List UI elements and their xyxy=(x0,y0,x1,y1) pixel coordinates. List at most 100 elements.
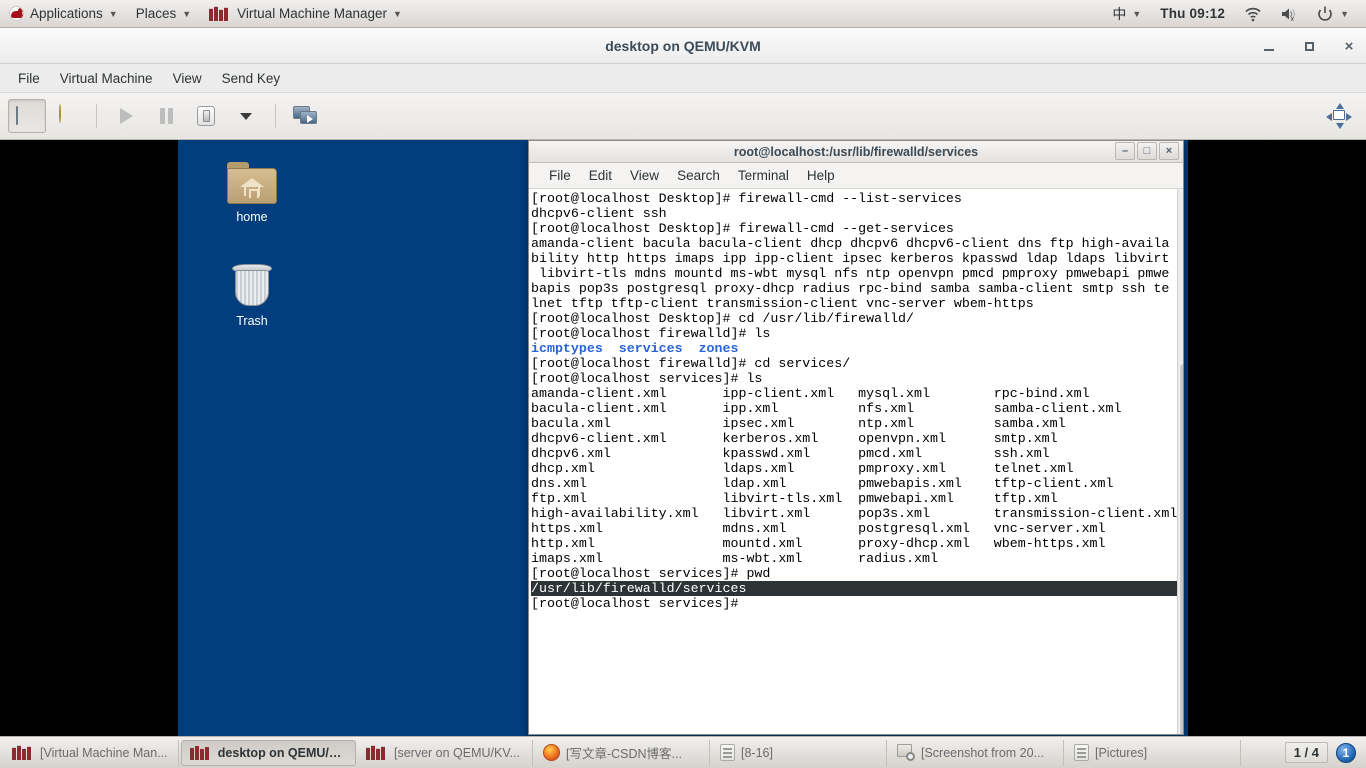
desktop-icon-home[interactable]: home xyxy=(212,162,292,224)
vmm-logo-icon xyxy=(190,744,212,761)
firefox-icon xyxy=(543,744,560,761)
places-menu[interactable]: Places ▼ xyxy=(127,0,200,27)
clock[interactable]: Thu 09:12 xyxy=(1150,6,1235,21)
volume-status[interactable]: x xyxy=(1271,0,1307,27)
taskbar-button-label: [Virtual Machine Man... xyxy=(40,745,168,760)
terminal-line: bility http https imaps ipp ipp-client i… xyxy=(531,251,1170,266)
wifi-status[interactable] xyxy=(1235,0,1271,27)
input-method-indicator[interactable]: 中 ▼ xyxy=(1103,0,1150,27)
archive-icon xyxy=(720,744,735,761)
vmm-logo-icon xyxy=(209,5,231,22)
vmm-window: desktop on QEMU/KVM × File Virtual Machi… xyxy=(0,28,1366,736)
vmm-logo-icon xyxy=(12,744,34,761)
chevron-down-icon: ▼ xyxy=(108,8,118,19)
terminal-maximize-button[interactable]: □ xyxy=(1137,142,1157,160)
lightbulb-icon xyxy=(59,104,75,127)
ime-chinese-icon: 中 xyxy=(1112,6,1127,23)
volume-muted-icon: x xyxy=(1282,8,1295,23)
terminal-menu-file[interactable]: File xyxy=(541,165,579,186)
terminal-titlebar: root@localhost:/usr/lib/firewalld/servic… xyxy=(529,141,1183,163)
taskbar-window-list: [Virtual Machine Man... desktop on QEMU/K… xyxy=(4,739,1241,766)
desktop-icon-trash[interactable]: Trash xyxy=(212,262,292,328)
taskbar-button-label: desktop on QEMU/K... xyxy=(217,745,347,760)
terminal-line: [root@localhost Desktop]# firewall-cmd -… xyxy=(531,191,962,206)
toolbar-separator xyxy=(275,104,276,128)
shutdown-button[interactable] xyxy=(187,99,225,133)
panel-left-group: Applications ▼ Places ▼ Virtual Machine … xyxy=(0,0,411,27)
terminal-menu-terminal[interactable]: Terminal xyxy=(730,165,797,186)
chevron-down-icon: ▼ xyxy=(1132,8,1142,19)
menu-file[interactable]: File xyxy=(8,67,50,90)
resize-to-vm-button[interactable] xyxy=(1320,99,1358,133)
panel-right-group: 中 ▼ Thu 09:12 x ▼ xyxy=(1103,0,1366,27)
fullscreen-button[interactable] xyxy=(286,99,324,133)
vmm-app-menu[interactable]: Virtual Machine Manager ▼ xyxy=(200,0,411,27)
vmm-minimize-button[interactable] xyxy=(1260,37,1278,55)
run-button[interactable] xyxy=(107,99,145,133)
task-pictures[interactable]: [Pictures] xyxy=(1066,739,1241,766)
vmm-window-title: desktop on QEMU/KVM xyxy=(605,37,761,54)
guest-desktop[interactable]: home Trash root@localhost:/usr/lib/firew… xyxy=(178,140,1188,736)
menu-virtual-machine[interactable]: Virtual Machine xyxy=(50,67,163,90)
terminal-menu-view[interactable]: View xyxy=(622,165,667,186)
shutdown-menu-button[interactable] xyxy=(227,99,265,133)
taskbar-button-label: [写文章-CSDN博客... xyxy=(566,747,682,761)
desktop-icon-home-label: home xyxy=(236,210,268,224)
task-firefox[interactable]: [写文章-CSDN博客... xyxy=(535,739,710,766)
terminal-line: dhcpv6-client.xml kerberos.xml openvpn.x… xyxy=(531,431,1058,446)
menu-view[interactable]: View xyxy=(163,67,212,90)
terminal-line: [root@localhost services]# pwd xyxy=(531,566,771,581)
terminal-line: ftp.xml libvirt-tls.xml pmwebapi.xml tft… xyxy=(531,491,1058,506)
terminal-window: root@localhost:/usr/lib/firewalld/servic… xyxy=(528,140,1184,735)
vmm-close-button[interactable]: × xyxy=(1340,37,1358,55)
terminal-line: [root@localhost firewalld]# cd services/ xyxy=(531,356,851,371)
terminal-menu-edit[interactable]: Edit xyxy=(581,165,620,186)
terminal-body[interactable]: [root@localhost Desktop]# firewall-cmd -… xyxy=(529,189,1183,734)
pause-icon xyxy=(159,108,173,124)
task-desktop-vm[interactable]: desktop on QEMU/K... xyxy=(181,739,356,766)
notification-badge[interactable]: 1 xyxy=(1336,742,1356,763)
vmm-maximize-button[interactable] xyxy=(1300,37,1318,55)
terminal-line: dns.xml ldap.xml pmwebapis.xml tftp-clie… xyxy=(531,476,1114,491)
vmm-titlebar: desktop on QEMU/KVM × xyxy=(0,28,1366,64)
task-server-vm[interactable]: [server on QEMU/KV... xyxy=(358,739,533,766)
terminal-line: libvirt-tls mdns mountd ms-wbt mysql nfs… xyxy=(531,266,1170,281)
taskbar-button-label: [8-16] xyxy=(741,745,773,760)
bottom-taskbar: [Virtual Machine Man... desktop on QEMU/K… xyxy=(0,736,1366,768)
show-details-button[interactable] xyxy=(48,99,86,133)
play-icon xyxy=(119,108,133,124)
vmm-logo-icon xyxy=(366,744,388,761)
taskbar-button-label: [server on QEMU/KV... xyxy=(394,745,520,760)
terminal-minimize-button[interactable]: – xyxy=(1115,142,1135,160)
terminal-window-controls: – □ × xyxy=(1115,142,1179,160)
power-menu[interactable]: ▼ xyxy=(1307,0,1358,27)
terminal-output[interactable]: [root@localhost Desktop]# firewall-cmd -… xyxy=(529,189,1178,734)
vm-console-viewport[interactable]: home Trash root@localhost:/usr/lib/firew… xyxy=(0,140,1366,736)
home-folder-icon xyxy=(227,162,277,204)
task-file-8-16[interactable]: [8-16] xyxy=(712,739,887,766)
chevron-down-icon xyxy=(240,112,252,120)
terminal-menu-search[interactable]: Search xyxy=(669,165,728,186)
taskbar-button-label: [Pictures] xyxy=(1095,745,1148,760)
show-console-button[interactable] xyxy=(8,99,46,133)
workspace-switcher[interactable]: 1 / 4 xyxy=(1284,742,1328,763)
terminal-scrollbar-thumb[interactable] xyxy=(1180,364,1183,734)
terminal-close-button[interactable]: × xyxy=(1159,142,1179,160)
terminal-line: [root@localhost services]# xyxy=(531,596,739,611)
pause-button[interactable] xyxy=(147,99,185,133)
terminal-line: [root@localhost Desktop]# cd /usr/lib/fi… xyxy=(531,311,915,326)
terminal-title: root@localhost:/usr/lib/firewalld/servic… xyxy=(733,144,979,159)
chevron-down-icon: ▼ xyxy=(182,8,192,19)
terminal-scrollbar[interactable] xyxy=(1177,189,1183,734)
chevron-down-icon: ▼ xyxy=(393,8,402,19)
terminal-line: lnet tftp tftp-client transmission-clien… xyxy=(531,296,1034,311)
vmm-window-controls: × xyxy=(1260,28,1358,64)
terminal-line: [root@localhost services]# ls xyxy=(531,371,763,386)
desktop-icon-trash-label: Trash xyxy=(236,314,268,328)
task-virtual-machine-manager[interactable]: [Virtual Machine Man... xyxy=(4,739,179,766)
taskbar-button-label: [Screenshot from 20... xyxy=(921,745,1044,760)
menu-send-key[interactable]: Send Key xyxy=(212,67,291,90)
terminal-menu-help[interactable]: Help xyxy=(799,165,843,186)
applications-menu[interactable]: Applications ▼ xyxy=(0,0,127,27)
task-screenshot[interactable]: [Screenshot from 20... xyxy=(889,739,1064,766)
